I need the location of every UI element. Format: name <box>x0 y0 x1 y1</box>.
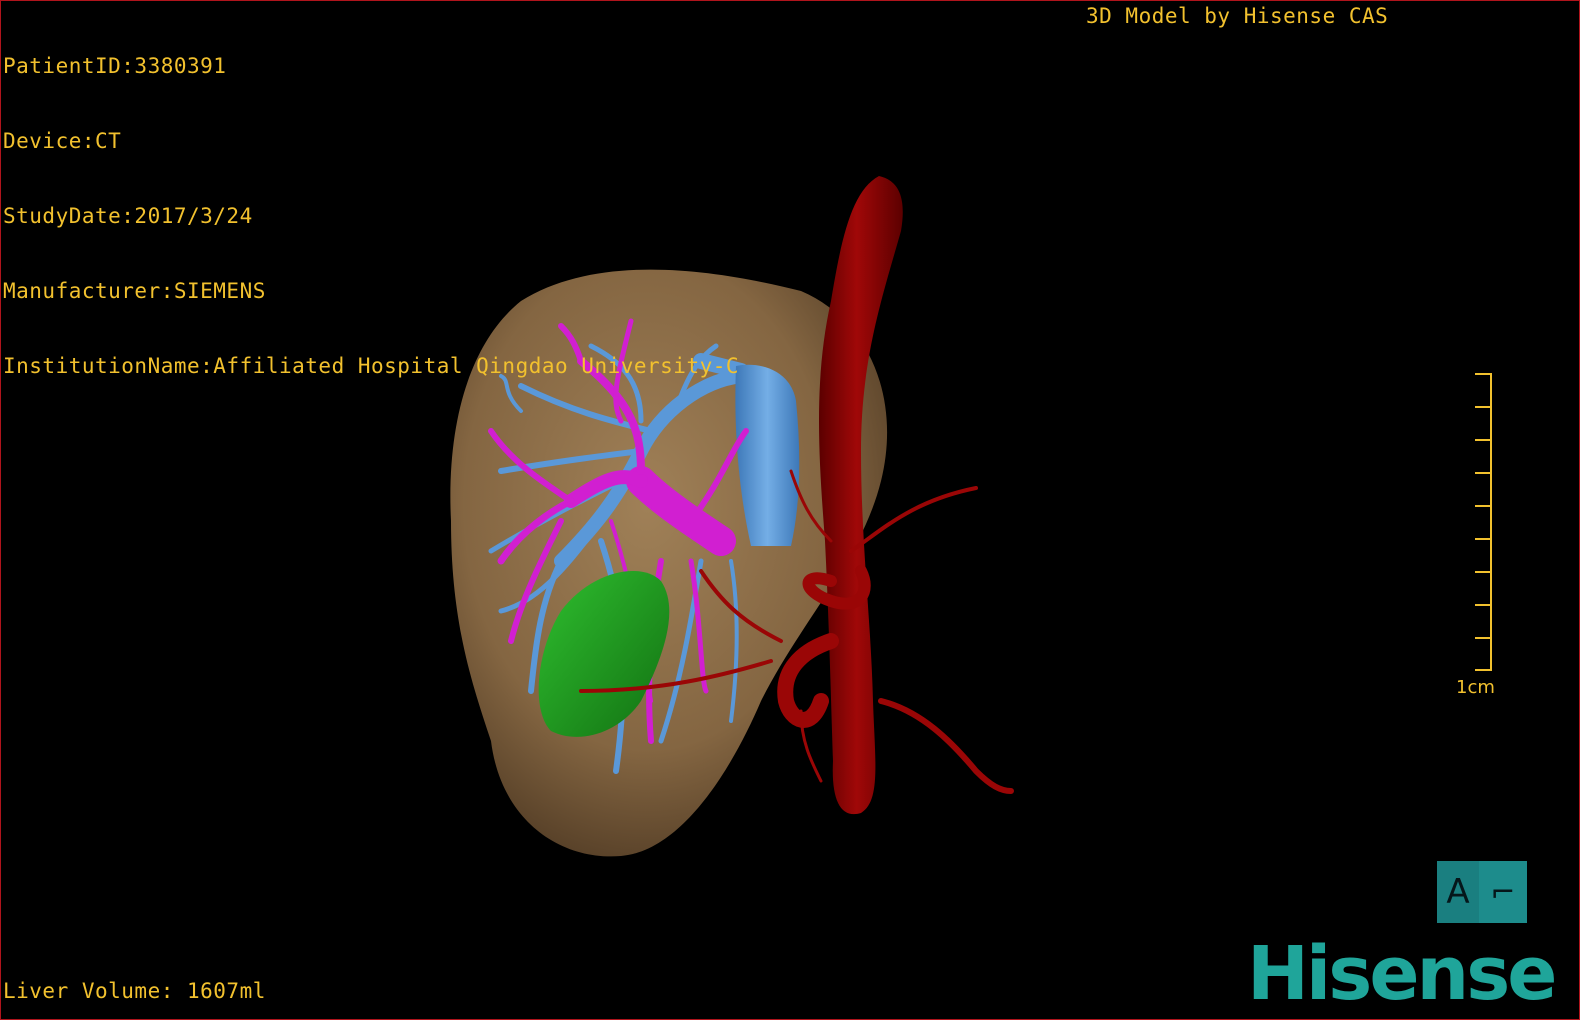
patient-id: PatientID:3380391 <box>3 54 227 78</box>
aorta <box>819 176 903 815</box>
orientation-face-anterior[interactable]: A <box>1437 861 1479 923</box>
model-brand-title: 3D Model by Hisense CAS <box>1086 4 1389 28</box>
liver-volume: Liver Volume: 1607ml <box>3 979 266 1003</box>
study-date: StudyDate:2017/3/24 <box>3 204 253 228</box>
device: Device:CT <box>3 129 122 153</box>
scale-bar <box>1475 373 1492 671</box>
orientation-cube[interactable]: A ⌐ <box>1437 861 1527 923</box>
orientation-face-side[interactable]: ⌐ <box>1479 861 1527 923</box>
dicom-metadata: PatientID:3380391 Device:CT StudyDate:20… <box>3 4 739 429</box>
3d-viewport[interactable]: PatientID:3380391 Device:CT StudyDate:20… <box>0 0 1580 1020</box>
institution-name: InstitutionName:Affiliated Hospital Qing… <box>3 354 740 378</box>
scale-label: 1cm <box>1456 677 1495 698</box>
manufacturer: Manufacturer:SIEMENS <box>3 279 266 303</box>
hisense-logo: Hisense <box>1247 931 1557 1017</box>
